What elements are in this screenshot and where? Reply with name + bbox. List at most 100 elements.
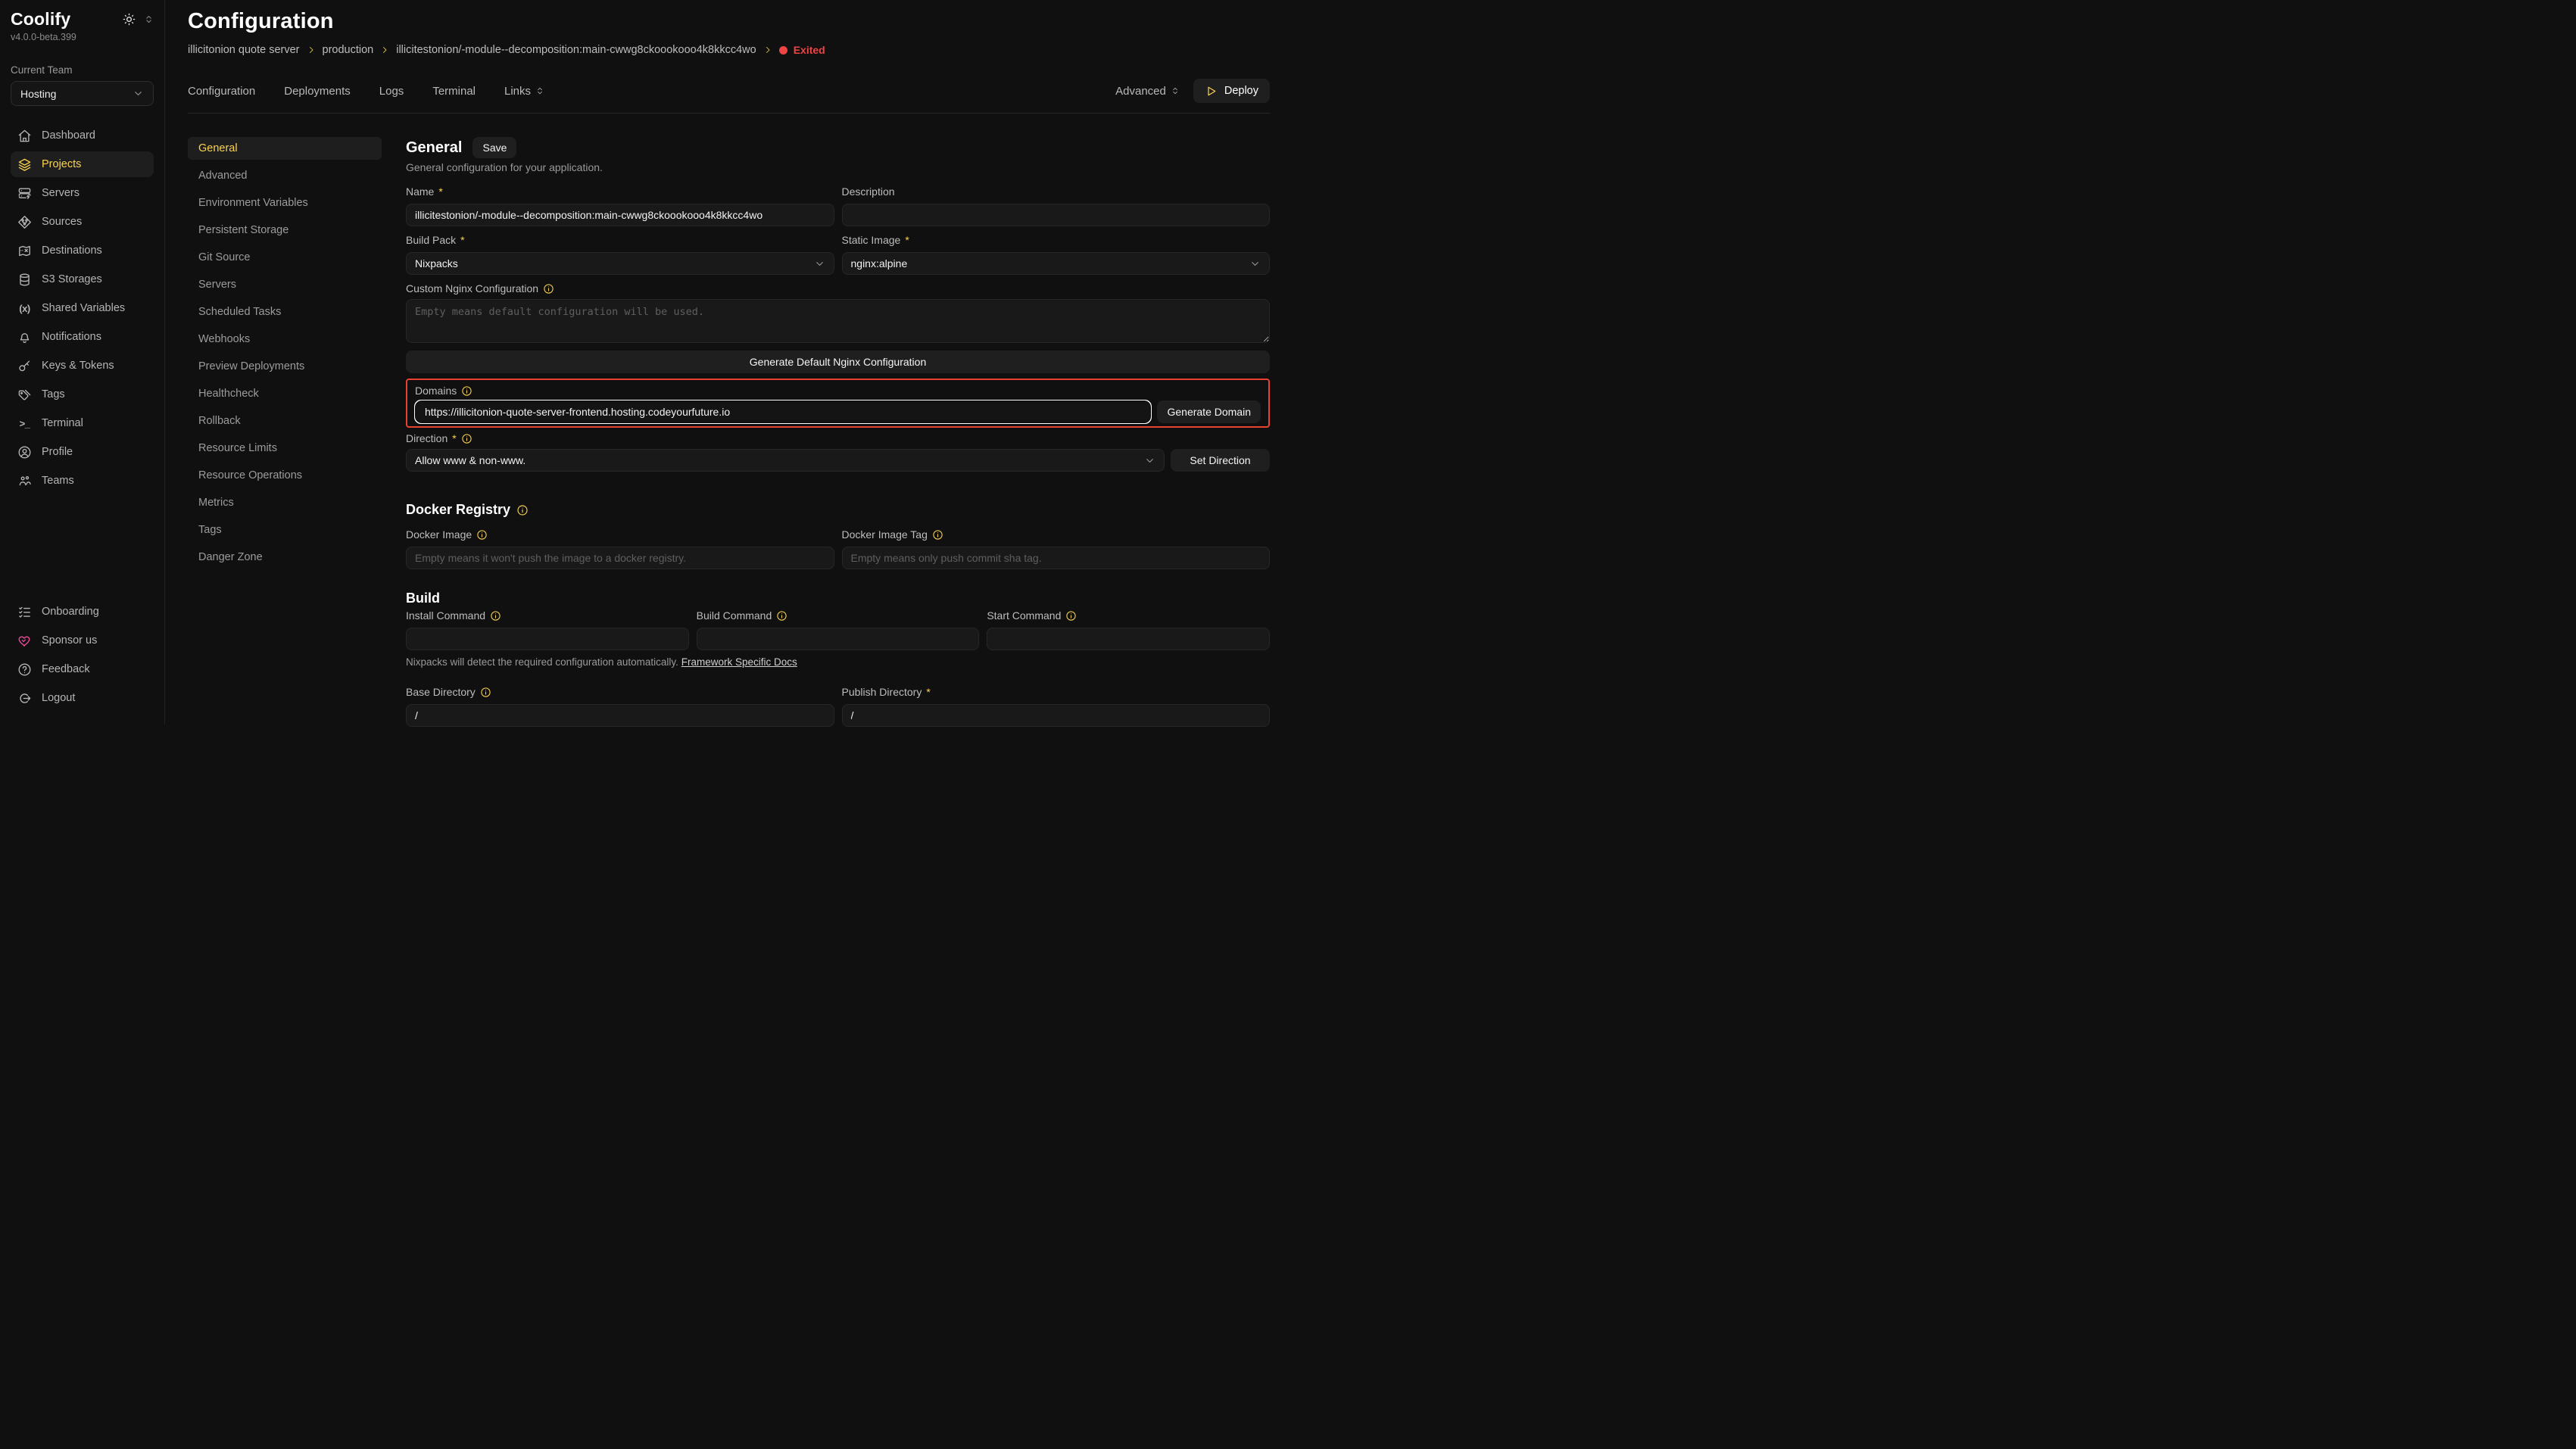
sidebar-item-label: Keys & Tokens — [42, 360, 114, 372]
sidebar-item-terminal[interactable]: >_ Terminal — [11, 410, 154, 436]
sidebar-item-sources[interactable]: Sources — [11, 209, 154, 235]
config-menu-item-danger-zone[interactable]: Danger Zone — [188, 546, 382, 569]
sidebar-item-destinations[interactable]: Destinations — [11, 238, 154, 263]
build-pack-select[interactable]: Nixpacks — [406, 252, 834, 275]
tags-icon — [17, 388, 32, 402]
tab-links[interactable]: Links — [504, 85, 544, 98]
info-icon[interactable] — [516, 504, 529, 516]
sidebar-item-feedback[interactable]: Feedback — [11, 656, 154, 682]
info-icon[interactable] — [480, 687, 491, 698]
config-menu-item-tags[interactable]: Tags — [188, 519, 382, 541]
team-select[interactable]: Hosting — [11, 81, 154, 106]
tab-deployments[interactable]: Deployments — [284, 85, 351, 98]
config-menu-item-persistent-storage[interactable]: Persistent Storage — [188, 219, 382, 242]
chevron-down-icon — [133, 88, 144, 99]
sidebar-item-servers[interactable]: Servers — [11, 180, 154, 206]
app-logo[interactable]: Coolify — [11, 9, 70, 30]
config-menu-item-servers[interactable]: Servers — [188, 273, 382, 296]
sidebar-item-onboarding[interactable]: Onboarding — [11, 599, 154, 625]
sidebar-item-tags[interactable]: Tags — [11, 382, 154, 407]
domains-highlighted-group: Domains Generate Domain — [406, 379, 1270, 428]
static-image-value: nginx:alpine — [851, 257, 908, 270]
sources-icon — [17, 215, 32, 229]
current-team-label: Current Team — [11, 64, 154, 76]
info-icon[interactable] — [776, 610, 787, 622]
sidebar-item-s3-storages[interactable]: S3 Storages — [11, 266, 154, 292]
deploy-button[interactable]: Deploy — [1193, 79, 1270, 103]
status-text: Exited — [794, 44, 825, 56]
help-circle-icon — [17, 662, 32, 677]
sidebar-item-profile[interactable]: Profile — [11, 439, 154, 465]
framework-docs-link[interactable]: Framework Specific Docs — [681, 656, 797, 668]
generate-nginx-button[interactable]: Generate Default Nginx Configuration — [406, 351, 1270, 373]
config-menu-item-scheduled-tasks[interactable]: Scheduled Tasks — [188, 301, 382, 323]
config-menu-item-preview-deployments[interactable]: Preview Deployments — [188, 355, 382, 378]
info-icon[interactable] — [461, 385, 472, 397]
direction-label: Direction* — [406, 431, 1270, 446]
static-image-select[interactable]: nginx:alpine — [842, 252, 1271, 275]
tab-configuration[interactable]: Configuration — [188, 85, 255, 98]
publish-directory-input[interactable] — [842, 704, 1271, 727]
docker-image-input[interactable] — [406, 547, 834, 569]
sidebar: Coolify v4.0.0-beta.399 Current Team Hos… — [0, 0, 165, 724]
chevron-right-icon — [307, 45, 316, 55]
build-command-input[interactable] — [697, 628, 980, 650]
advanced-dropdown[interactable]: Advanced — [1115, 85, 1180, 98]
breadcrumb-application[interactable]: illicitestonion/-module--decomposition:m… — [396, 44, 756, 56]
sidebar-item-notifications[interactable]: Notifications — [11, 324, 154, 350]
chevrons-up-down-icon — [1171, 86, 1180, 95]
servers-icon — [17, 186, 32, 201]
start-command-input[interactable] — [987, 628, 1270, 650]
name-input[interactable] — [406, 204, 834, 226]
set-direction-button[interactable]: Set Direction — [1171, 449, 1270, 472]
config-menu-item-resource-limits[interactable]: Resource Limits — [188, 437, 382, 460]
sidebar-item-dashboard[interactable]: Dashboard — [11, 123, 154, 148]
config-menu-item-environment-variables[interactable]: Environment Variables — [188, 192, 382, 214]
info-icon[interactable] — [932, 529, 943, 541]
breadcrumb-project[interactable]: illicitonion quote server — [188, 44, 300, 56]
base-directory-input[interactable] — [406, 704, 834, 727]
heart-icon — [17, 634, 32, 648]
docker-image-label: Docker Image — [406, 527, 834, 542]
profile-icon — [17, 445, 32, 460]
static-image-label: Static Image* — [842, 232, 1271, 248]
sidebar-item-projects[interactable]: Projects — [11, 151, 154, 177]
config-menu-item-rollback[interactable]: Rollback — [188, 410, 382, 432]
sidebar-item-keys-tokens[interactable]: Keys & Tokens — [11, 353, 154, 379]
direction-select[interactable]: Allow www & non-www. — [406, 449, 1165, 472]
sidebar-item-label: Terminal — [42, 417, 83, 429]
logout-icon — [17, 691, 32, 706]
config-menu-item-advanced[interactable]: Advanced — [188, 164, 382, 187]
sidebar-item-shared-variables[interactable]: (x) Shared Variables — [11, 295, 154, 321]
config-menu-item-git-source[interactable]: Git Source — [188, 246, 382, 269]
save-button[interactable]: Save — [472, 137, 516, 158]
info-icon[interactable] — [1065, 610, 1077, 622]
config-menu-item-general[interactable]: General — [188, 137, 382, 160]
info-icon[interactable] — [490, 610, 501, 622]
docker-image-tag-input[interactable] — [842, 547, 1271, 569]
info-icon[interactable] — [476, 529, 488, 541]
description-input[interactable] — [842, 204, 1271, 226]
sidebar-item-label: Logout — [42, 692, 75, 704]
sidebar-item-teams[interactable]: Teams — [11, 468, 154, 494]
sidebar-item-label: Notifications — [42, 331, 101, 343]
description-label: Description — [842, 184, 1271, 199]
sidebar-item-logout[interactable]: Logout — [11, 685, 154, 711]
config-menu-item-resource-operations[interactable]: Resource Operations — [188, 464, 382, 487]
sidebar-collapse-chevrons-icon[interactable] — [144, 14, 154, 26]
theme-toggle-sun-icon[interactable] — [122, 12, 136, 29]
info-icon[interactable] — [543, 283, 554, 294]
team-select-value: Hosting — [20, 88, 56, 100]
generate-domain-button[interactable]: Generate Domain — [1157, 400, 1261, 423]
breadcrumb-environment[interactable]: production — [323, 44, 374, 56]
tab-logs[interactable]: Logs — [379, 85, 404, 98]
install-command-input[interactable] — [406, 628, 689, 650]
config-menu-item-webhooks[interactable]: Webhooks — [188, 328, 382, 351]
sidebar-item-sponsor-us[interactable]: Sponsor us — [11, 628, 154, 653]
config-menu-item-healthcheck[interactable]: Healthcheck — [188, 382, 382, 405]
info-icon[interactable] — [461, 433, 472, 444]
config-menu-item-metrics[interactable]: Metrics — [188, 491, 382, 514]
domains-input[interactable] — [415, 400, 1151, 423]
custom-nginx-textarea[interactable] — [406, 299, 1270, 343]
tab-terminal[interactable]: Terminal — [432, 85, 476, 98]
